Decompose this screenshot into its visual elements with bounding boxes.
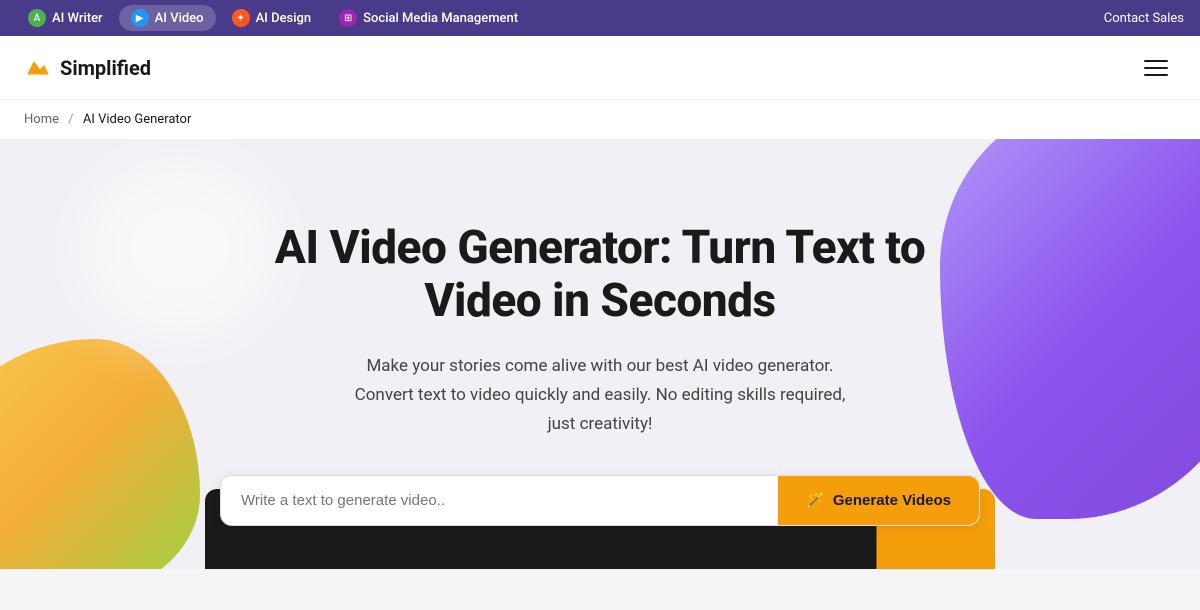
- hero-subtitle-line1: Make your stories come alive with our be…: [366, 356, 833, 376]
- hero-subtitle-line2: Convert text to video quickly and easily…: [355, 385, 846, 405]
- nav-item-ai-video[interactable]: ▶ AI Video: [119, 5, 216, 31]
- nav-label-social-media: Social Media Management: [363, 11, 518, 26]
- nav-item-social-media[interactable]: ⊞ Social Media Management: [327, 5, 530, 31]
- hamburger-line-2: [1144, 67, 1168, 69]
- video-icon: ▶: [131, 9, 149, 27]
- generate-input[interactable]: [221, 476, 778, 525]
- hero-content: AI Video Generator: Turn Text to Video i…: [220, 222, 980, 525]
- hero-title: AI Video Generator: Turn Text to Video i…: [220, 222, 980, 328]
- social-icon: ⊞: [339, 9, 357, 27]
- hamburger-menu[interactable]: [1136, 52, 1176, 84]
- hero-section: AI Video Generator: Turn Text to Video i…: [0, 139, 1200, 569]
- breadcrumb-separator: /: [68, 112, 73, 127]
- nav-label-ai-video: AI Video: [155, 11, 204, 26]
- generate-videos-button[interactable]: 🪄 Generate Videos: [778, 476, 979, 525]
- logo[interactable]: Simplified: [24, 54, 151, 82]
- nav-item-ai-design[interactable]: ✦ AI Design: [220, 5, 324, 31]
- breadcrumb-home[interactable]: Home: [24, 112, 59, 127]
- hamburger-line-3: [1144, 74, 1168, 76]
- breadcrumb-current: AI Video Generator: [83, 112, 192, 127]
- top-nav-items: A AI Writer ▶ AI Video ✦ AI Design ⊞ Soc…: [16, 5, 530, 31]
- writer-icon: A: [28, 9, 46, 27]
- design-icon: ✦: [232, 9, 250, 27]
- nav-item-ai-writer[interactable]: A AI Writer: [16, 5, 115, 31]
- logo-text: Simplified: [60, 56, 151, 80]
- generate-bar: 🪄 Generate Videos: [220, 475, 980, 526]
- hero-subtitle-line3: just creativity!: [548, 414, 653, 434]
- blob-yellow-decoration: [0, 339, 200, 569]
- breadcrumb: Home / AI Video Generator: [0, 100, 1200, 139]
- main-header: Simplified: [0, 36, 1200, 100]
- nav-label-ai-design: AI Design: [256, 11, 312, 26]
- top-nav-bar: A AI Writer ▶ AI Video ✦ AI Design ⊞ Soc…: [0, 0, 1200, 36]
- generate-btn-label: Generate Videos: [833, 492, 951, 509]
- logo-icon: [24, 54, 52, 82]
- contact-sales-link[interactable]: Contact Sales: [1104, 11, 1184, 26]
- hero-subtitle: Make your stories come alive with our be…: [220, 352, 980, 439]
- hamburger-line-1: [1144, 60, 1168, 62]
- generate-btn-icon: 🪄: [806, 491, 825, 509]
- nav-label-ai-writer: AI Writer: [52, 11, 103, 26]
